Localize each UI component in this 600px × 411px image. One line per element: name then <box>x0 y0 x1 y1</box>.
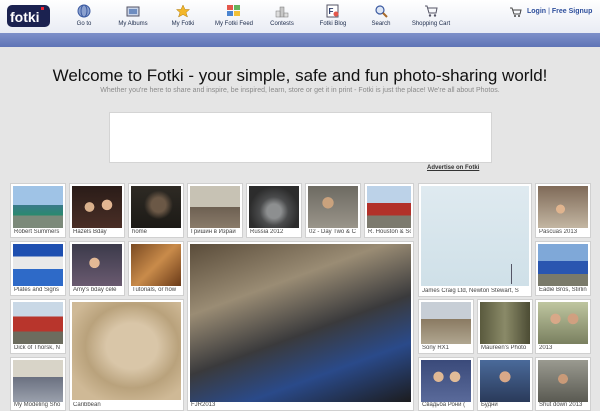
ad-banner[interactable] <box>109 112 492 163</box>
magnifier-icon <box>375 5 388 18</box>
photo-caption: Shut down 2013 <box>539 402 583 408</box>
star-icon <box>176 4 190 18</box>
nav-fotki-blog[interactable]: F Fotki Blog <box>317 4 349 32</box>
photo-tile[interactable]: Plates and Signs <box>10 241 66 296</box>
nav-go-to[interactable]: Go to <box>70 4 98 32</box>
podium-icon <box>275 6 289 18</box>
advertise-link[interactable]: Advertise on Fotki <box>427 165 479 171</box>
photo-caption: Russia 2012 <box>250 229 284 235</box>
nav-my-fotki[interactable]: My Fotki <box>168 4 198 32</box>
login-link[interactable]: Login <box>527 8 546 15</box>
photo-caption: Гришин в Израи <box>191 229 236 235</box>
photo-caption: R. Houston & Sor <box>368 229 411 235</box>
photo-tile[interactable]: Shut down 2013 <box>535 357 591 411</box>
photo-tile[interactable]: 02 - Day Two & C <box>305 183 361 238</box>
photo-caption: Pascuas 2013 <box>539 229 578 235</box>
photo-tile[interactable]: Hazels Bday <box>69 183 125 238</box>
feed-icon <box>227 5 240 16</box>
photo-tile[interactable]: Pascuas 2013 <box>535 183 591 238</box>
globe-icon <box>77 4 91 18</box>
blog-icon: F <box>326 4 339 18</box>
photo-caption: Dick of Thorsk, N <box>14 345 60 351</box>
page-title: Welcome to Fotki - your simple, safe and… <box>52 66 548 85</box>
photo-tile[interactable]: Dick of Thorsk, N <box>10 299 66 354</box>
cart-icon <box>425 5 438 17</box>
nav-contests[interactable]: Contests <box>267 4 297 32</box>
photo-tile[interactable]: Sony RX1 <box>418 299 474 354</box>
photo-tile[interactable]: Будни <box>477 357 533 411</box>
signup-link[interactable]: Free Signup <box>552 8 592 15</box>
photo-tile[interactable]: Robert Summers <box>10 183 66 238</box>
photo-caption: My Modeling Sho <box>14 402 61 408</box>
photo-tile[interactable]: Eadie Bros, Stirlin <box>535 241 591 296</box>
photo-caption: Tutorials, or how <box>132 287 177 293</box>
photo-caption: Свадьба Рони ( <box>422 402 466 408</box>
photo-caption: Maureen's Photo <box>481 345 527 351</box>
svg-text:F: F <box>329 7 334 16</box>
photo-tile[interactable]: Свадьба Рони ( <box>418 357 474 411</box>
photo-tile[interactable]: Maureen's Photo <box>477 299 533 354</box>
nav-my-fotki-feed[interactable]: My Fotki Feed <box>214 4 254 32</box>
photo-tile[interactable]: James Craig Ltd, Newton Stewart, S <box>418 183 532 297</box>
photo-tile[interactable]: R. Houston & Sor <box>364 183 414 238</box>
top-navigation-bar: fotki Go to My Albums My Fotki My Fotki … <box>0 0 600 33</box>
nav-shopping-cart[interactable]: Shopping Cart <box>410 4 452 32</box>
photo-tile[interactable]: Tutorials, or how <box>128 241 184 296</box>
nav-search[interactable]: Search <box>368 4 394 32</box>
photo-caption: Hazels Bday <box>73 229 107 235</box>
photo-caption: home <box>132 229 148 235</box>
photo-caption: FJR2013 <box>191 402 216 408</box>
photo-tile[interactable]: 2013 <box>535 299 591 354</box>
page-subtitle: Whether you're here to share and inspire… <box>100 87 500 94</box>
nav-my-albums[interactable]: My Albums <box>114 4 152 32</box>
auth-links: Login | Free Signup <box>527 8 592 15</box>
fotki-logo[interactable]: fotki <box>6 2 52 30</box>
photo-caption: 02 - Day Two & C <box>309 229 356 235</box>
photo-tile[interactable]: FJR2013 <box>187 241 414 411</box>
albums-icon <box>126 6 140 17</box>
photo-tile[interactable]: Caribbean <box>69 299 184 411</box>
header-blue-band <box>0 33 600 47</box>
photo-caption: Eadie Bros, Stirlin <box>539 287 587 293</box>
svg-text:fotki: fotki <box>10 9 40 25</box>
photo-caption: Robert Summers <box>14 229 60 235</box>
photo-caption: Amy's bday cele <box>73 287 117 293</box>
photo-tile[interactable]: Russia 2012 <box>246 183 302 238</box>
photo-tile[interactable]: home <box>128 183 184 238</box>
auth-separator: | <box>548 8 550 15</box>
photo-tile[interactable]: Amy's bday cele <box>69 241 125 296</box>
cart-small-icon[interactable] <box>510 7 522 17</box>
photo-caption: Plates and Signs <box>14 287 60 293</box>
photo-tile[interactable]: Гришин в Израи <box>187 183 243 238</box>
photo-tile[interactable]: My Modeling Sho <box>10 357 66 411</box>
photo-caption: Будни <box>481 402 498 408</box>
photo-caption: Caribbean <box>73 402 101 408</box>
photo-caption: James Craig Ltd, Newton Stewart, S <box>422 288 519 294</box>
photo-caption: Sony RX1 <box>422 345 450 351</box>
photo-caption: 2013 <box>539 345 553 351</box>
